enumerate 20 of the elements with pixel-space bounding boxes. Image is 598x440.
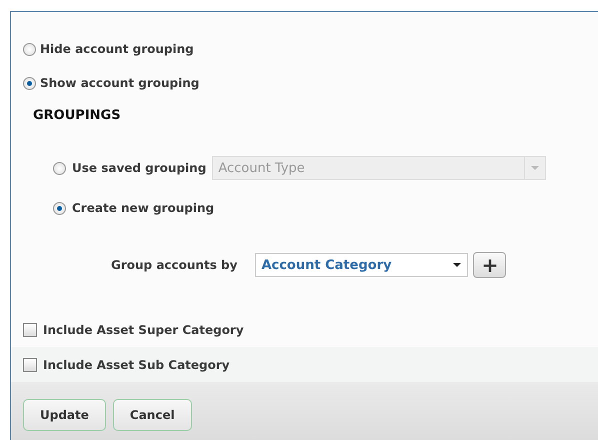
- checkbox[interactable]: [23, 358, 37, 372]
- radio-label: Use saved grouping: [72, 161, 206, 175]
- checkbox-label: Include Asset Super Category: [43, 322, 244, 336]
- radio-button[interactable]: [23, 42, 36, 56]
- radio-button[interactable]: [53, 162, 66, 174]
- checkbox-label: Include Asset Sub Category: [43, 358, 230, 372]
- checkbox[interactable]: [23, 322, 37, 336]
- radio-button[interactable]: [53, 202, 66, 214]
- field-label: Group accounts by: [111, 258, 238, 272]
- update-button[interactable]: Update: [23, 399, 106, 431]
- section-heading: GROUPINGS: [33, 108, 122, 125]
- radio-label: Show account grouping: [40, 76, 200, 90]
- dropdown-icon: [531, 166, 540, 170]
- dropdown-icon: [453, 263, 462, 267]
- group-by-select[interactable]: Account Category: [255, 253, 468, 277]
- radio-button[interactable]: [23, 76, 36, 90]
- radio-label: Hide account grouping: [40, 42, 194, 56]
- add-button[interactable]: +: [473, 252, 506, 278]
- cancel-button[interactable]: Cancel: [112, 399, 192, 431]
- radio-label: Create new grouping: [72, 201, 214, 215]
